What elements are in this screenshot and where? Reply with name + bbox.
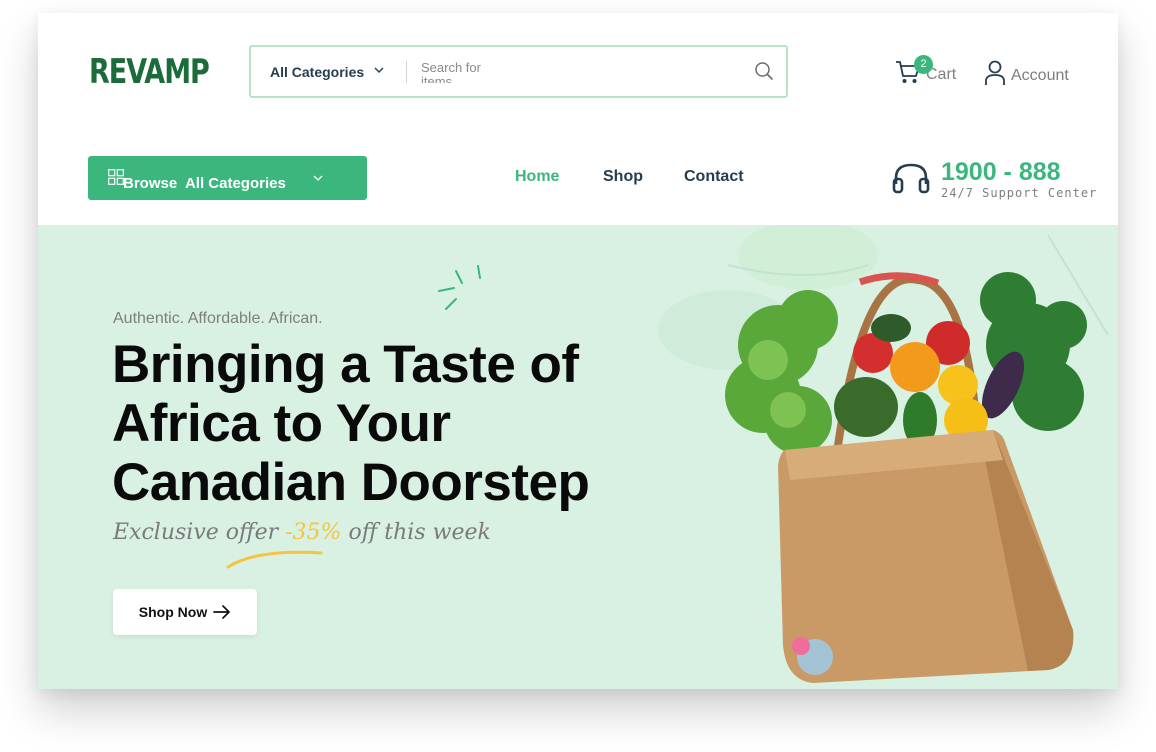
- support-label: 24/7 Support Center: [941, 186, 1098, 200]
- sparkle-decoration-icon: [438, 265, 481, 310]
- search-icon[interactable]: [754, 61, 774, 81]
- search-placeholder: Search for items...: [421, 60, 481, 83]
- offer-suffix: off this week: [341, 520, 491, 545]
- account-label: Account: [1011, 67, 1069, 84]
- cart-count-badge: 2: [914, 55, 933, 74]
- shop-now-button[interactable]: Shop Now: [113, 589, 257, 635]
- grid-icon: [108, 169, 124, 185]
- offer-prefix: Exclusive offer: [113, 520, 286, 545]
- chevron-down-icon: [374, 67, 384, 73]
- logo[interactable]: REVAMP: [89, 49, 210, 95]
- offer-percent: -35%: [285, 520, 342, 545]
- support-phone-number[interactable]: 1900 - 888: [941, 158, 1061, 187]
- nav-shop[interactable]: Shop: [603, 168, 643, 186]
- chevron-down-icon: [313, 175, 323, 181]
- category-select[interactable]: All Categories: [251, 47, 406, 96]
- nav-contact[interactable]: Contact: [684, 168, 744, 186]
- offer-underline-decoration: [226, 550, 323, 569]
- account-button[interactable]: Account: [984, 60, 1069, 86]
- hero-title: Bringing a Taste of Africa to Your Canad…: [112, 335, 590, 512]
- browse-categories-label: Browse All Categories: [123, 175, 286, 192]
- cart-button[interactable]: 2 Cart: [895, 55, 956, 85]
- browse-categories-button[interactable]: Browse All Categories: [88, 156, 367, 200]
- nav-home[interactable]: Home: [515, 168, 559, 186]
- logo-text: REVAMP: [89, 52, 210, 92]
- headset-icon: [892, 163, 930, 194]
- page-card: REVAMP All Categories Search for items..…: [38, 13, 1118, 689]
- hero-offer: Exclusive offer -35% off this week: [113, 520, 491, 545]
- shop-now-label: Shop Now: [138, 604, 208, 620]
- grocery-bag-icon: [658, 225, 1109, 683]
- hero-tagline: Authentic. Affordable. African.: [113, 310, 323, 327]
- user-icon: [985, 60, 1005, 85]
- search-input[interactable]: Search for items...: [407, 47, 786, 96]
- search-bar: All Categories Search for items...: [249, 45, 788, 98]
- category-select-value: All Categories: [270, 63, 365, 80]
- hero-banner: Authentic. Affordable. African. Bringing…: [38, 225, 1118, 689]
- arrow-right-icon: [213, 605, 231, 619]
